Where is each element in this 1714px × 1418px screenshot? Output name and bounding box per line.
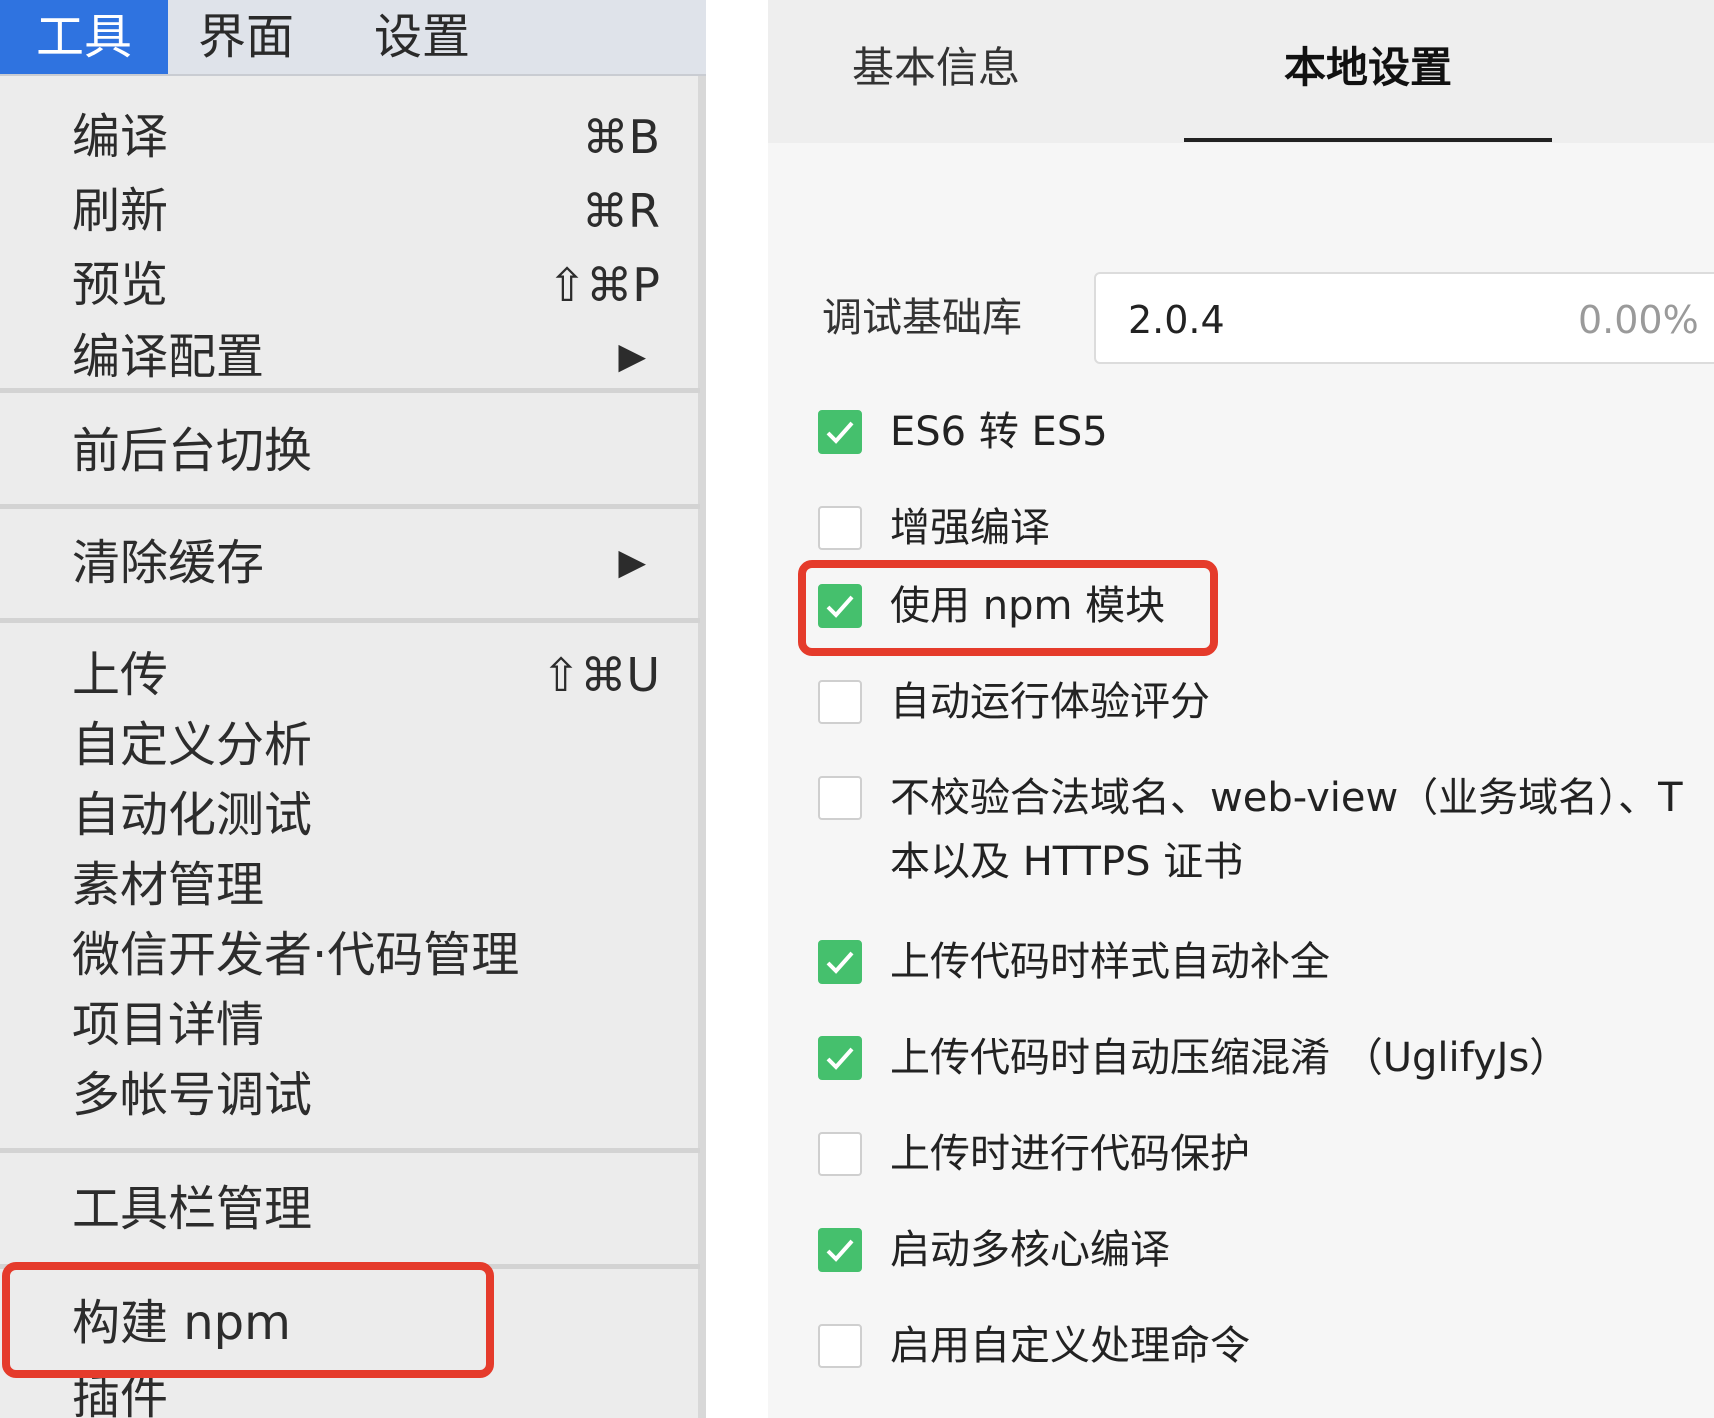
option-label: 上传时进行代码保护 — [890, 1131, 1250, 1177]
submenu-arrow-icon: ▶ — [618, 542, 646, 583]
highlight-box-build-npm — [2, 1262, 494, 1378]
checkbox[interactable] — [818, 1036, 862, 1080]
option-label: 不校验合法域名、web-view（业务域名）、T — [890, 775, 1683, 821]
check-icon — [826, 1239, 854, 1262]
shortcut-label: ⌘B — [582, 110, 660, 164]
menu-item-label: 前后台切换 — [72, 423, 313, 479]
settings-tabbar: 基本信息 本地设置 — [768, 0, 1714, 143]
check-icon — [826, 951, 854, 974]
active-tab-underline — [1184, 138, 1552, 142]
menu-item-custom-analysis[interactable]: 自定义分析 — [72, 710, 660, 780]
menu-item-label: 多帐号调试 — [72, 1067, 313, 1123]
check-icon — [826, 1047, 854, 1070]
menu-screenshot-panel: 工具 界面 设置 编译 ⌘B 刷新 ⌘R 预览 ⇧⌘P 编译配置 ▶ 前后台切换… — [0, 0, 706, 1418]
option-label: 启用自定义处理命令 — [890, 1323, 1250, 1369]
shortcut-label: ⇧⌘U — [541, 648, 660, 702]
menu-item-compile-config[interactable]: 编译配置 ▶ — [72, 322, 660, 392]
checkbox[interactable] — [818, 1228, 862, 1272]
menubar: 工具 界面 设置 — [0, 0, 706, 76]
option-label: 增强编译 — [890, 505, 1050, 551]
menu-item-label: 上传 — [72, 647, 169, 703]
menu-item-asset-management[interactable]: 素材管理 — [72, 850, 660, 920]
menubar-item-tools[interactable]: 工具 — [0, 0, 168, 74]
menu-item-label: 自动化测试 — [72, 787, 313, 843]
settings-screenshot-panel: 基本信息 本地设置 调试基础库 2.0.4 0.00% ES6 转 ES5 增强… — [768, 0, 1714, 1418]
tab-local-settings[interactable]: 本地设置 — [1284, 34, 1452, 95]
menu-separator — [0, 618, 700, 623]
checkbox[interactable] — [818, 410, 862, 454]
menu-separator — [0, 388, 700, 393]
checkbox[interactable] — [818, 1132, 862, 1176]
option-label: 上传代码时自动压缩混淆 （UglifyJs） — [890, 1035, 1570, 1081]
menu-item-label: 刷新 — [72, 183, 169, 239]
menu-item-project-details[interactable]: 项目详情 — [72, 990, 660, 1060]
menu-item-label: 素材管理 — [72, 857, 265, 913]
menu-separator — [0, 504, 700, 509]
menu-item-code-management[interactable]: 微信开发者·代码管理 — [72, 920, 660, 990]
menu-item-upload[interactable]: 上传 ⇧⌘U — [72, 640, 660, 710]
menu-item-label: 预览 — [72, 257, 169, 313]
menu-item-compile[interactable]: 编译 ⌘B — [72, 102, 660, 172]
menu-item-label: 项目详情 — [72, 997, 265, 1053]
menu-item-fg-bg-switch[interactable]: 前后台切换 — [72, 416, 660, 486]
menu-item-label: 工具栏管理 — [72, 1181, 313, 1237]
menu-item-label: 微信开发者·代码管理 — [72, 927, 520, 983]
check-icon — [826, 421, 854, 444]
menu-item-clear-cache[interactable]: 清除缓存 ▶ — [72, 528, 660, 598]
menu-item-label: 自定义分析 — [72, 717, 313, 773]
option-label: 自动运行体验评分 — [890, 679, 1210, 725]
checkbox[interactable] — [818, 680, 862, 724]
menu-item-refresh[interactable]: 刷新 ⌘R — [72, 176, 660, 246]
menu-item-multi-account-debug[interactable]: 多帐号调试 — [72, 1060, 660, 1130]
checkbox[interactable] — [818, 506, 862, 550]
option-label: ES6 转 ES5 — [890, 409, 1108, 455]
menu-item-label: 编译配置 — [72, 329, 265, 385]
menu-item-preview[interactable]: 预览 ⇧⌘P — [72, 250, 660, 320]
debug-lib-percent: 0.00% — [1578, 298, 1699, 342]
highlight-box-use-npm — [798, 560, 1218, 656]
menubar-item-settings[interactable]: 设置 — [374, 0, 470, 74]
menu-item-label: 编译 — [72, 109, 169, 165]
checkbox[interactable] — [818, 776, 862, 820]
menu-item-toolbar-management[interactable]: 工具栏管理 — [72, 1174, 660, 1244]
menu-scrollbar[interactable] — [698, 76, 706, 1418]
option-label-line2: 本以及 HTTPS 证书 — [890, 839, 1244, 885]
option-label: 启动多核心编译 — [890, 1227, 1170, 1273]
debug-lib-version: 2.0.4 — [1128, 298, 1225, 342]
checkbox[interactable] — [818, 940, 862, 984]
submenu-arrow-icon: ▶ — [618, 336, 646, 377]
menu-separator — [0, 1148, 700, 1153]
menubar-item-interface[interactable]: 界面 — [198, 0, 294, 74]
checkbox[interactable] — [818, 1324, 862, 1368]
debug-lib-select[interactable]: 2.0.4 0.00% — [1094, 272, 1714, 364]
debug-lib-label: 调试基础库 — [822, 295, 1022, 341]
option-label: 上传代码时样式自动补全 — [890, 939, 1330, 985]
tab-basic-info[interactable]: 基本信息 — [852, 34, 1020, 95]
menu-item-label: 清除缓存 — [72, 535, 265, 591]
shortcut-label: ⌘R — [582, 184, 660, 238]
shortcut-label: ⇧⌘P — [547, 258, 660, 312]
menu-item-automated-test[interactable]: 自动化测试 — [72, 780, 660, 850]
